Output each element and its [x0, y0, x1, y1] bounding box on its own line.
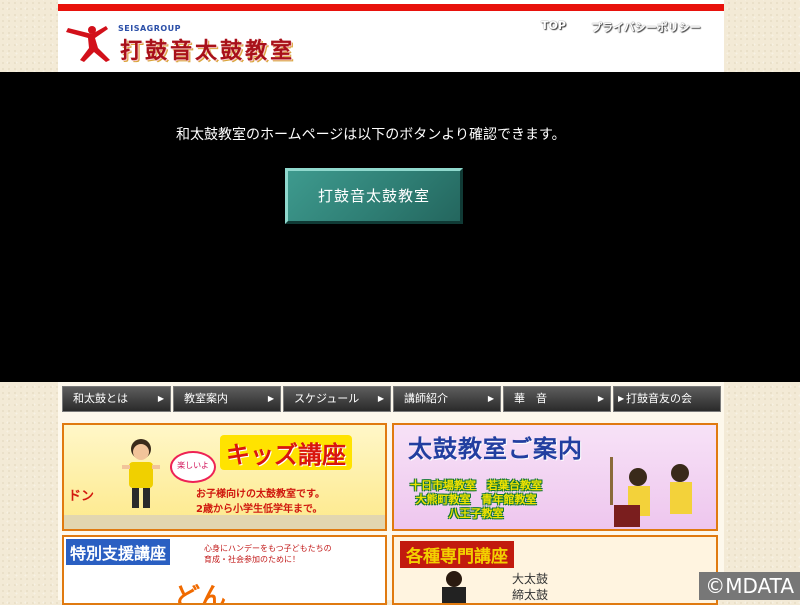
nav-item-label: 和太鼓とは: [73, 392, 128, 405]
nav-item-about-wadaiko[interactable]: 和太鼓とは ▶: [62, 386, 171, 412]
chevron-right-icon: ▶: [618, 394, 625, 403]
specialist-course-item: 締太鼓: [512, 588, 549, 602]
nav-item-label: スケジュール: [294, 392, 360, 405]
chevron-right-icon: ▶: [267, 394, 274, 403]
nav-item-schedule[interactable]: スケジュール ▶: [283, 386, 391, 412]
performer-image: [442, 571, 466, 603]
speech-bubble: 楽しいよ: [170, 451, 216, 483]
chevron-right-icon: ▶: [157, 394, 164, 403]
class-location-line: 八王子教室: [448, 507, 504, 520]
special-support-description: 心身にハンデーをもつ子どもたちの 育成・社会参加のために！: [204, 543, 332, 565]
specialist-course-item: 大太鼓: [512, 572, 549, 586]
specialist-course-list: 大太鼓 締太鼓: [512, 571, 548, 603]
nav-item-label: 打鼓音友の会: [626, 392, 692, 405]
brand-title[interactable]: 打鼓音太鼓教室: [120, 33, 295, 65]
nav-item-kanon[interactable]: 華 音 ▶: [503, 386, 611, 412]
class-location-line: 大熊町教室 青年館教室: [415, 493, 537, 506]
header-accent-bar: [58, 4, 724, 11]
overlay-message: 和太鼓教室のホームページは以下のボタンより確認できます。: [176, 127, 566, 143]
nav-item-instructors[interactable]: 講師紹介 ▶: [393, 386, 501, 412]
nav-item-label: 講師紹介: [404, 392, 448, 405]
nav-item-classes[interactable]: 教室案内 ▶: [173, 386, 281, 412]
sound-effect-text: ドン: [68, 489, 95, 504]
class-guide-title: 太鼓教室ご案内: [408, 435, 583, 463]
special-desc-line: 心身にハンデーをもつ子どもたちの: [204, 544, 332, 553]
child-drummer-image: [122, 439, 160, 508]
special-support-title: 特別支援講座: [66, 539, 171, 565]
class-guide-banner[interactable]: 太鼓教室ご案内 十日市場教室 若葉台教室 大熊町教室 青年館教室 八王子教室: [392, 423, 718, 531]
kids-desc-line: 2歳から小学生低学年まで。: [196, 504, 323, 515]
nav-item-label: 教室案内: [184, 392, 228, 405]
privacy-policy-link[interactable]: プライバシーポリシー: [591, 19, 701, 35]
students-drumming-image: [610, 457, 692, 527]
kids-course-banner[interactable]: 楽しいよ キッズ講座 ドン お子様向けの太鼓教室です。 2歳から小学生低学年まで…: [62, 423, 387, 531]
brand-group-name: SEISAGROUP: [118, 24, 182, 33]
kids-course-description: お子様向けの太鼓教室です。 2歳から小学生低学年まで。: [196, 487, 325, 517]
class-locations: 十日市場教室 若葉台教室 大熊町教室 青年館教室 八王子教室: [410, 479, 542, 521]
chevron-right-icon: ▶: [597, 394, 604, 403]
specialist-courses-banner[interactable]: 各種専門講座 大太鼓 締太鼓: [392, 535, 718, 605]
special-support-big-text: どん: [174, 583, 227, 605]
stage-floor: [64, 515, 385, 529]
class-location-line: 十日市場教室 若葉台教室: [410, 479, 542, 492]
specialist-courses-title: 各種専門講座: [400, 541, 514, 568]
special-support-banner[interactable]: 特別支援講座 心身にハンデーをもつ子どもたちの 育成・社会参加のために！ どん: [62, 535, 387, 605]
drummer-logo-icon[interactable]: [62, 20, 116, 64]
kids-course-title: キッズ講座: [220, 435, 352, 470]
nav-item-label: 華 音: [514, 392, 547, 405]
site-header: SEISAGROUP 打鼓音太鼓教室 TOP プライバシーポリシー: [58, 0, 724, 72]
chevron-right-icon: ▶: [377, 394, 384, 403]
main-nav: 和太鼓とは ▶ 教室案内 ▶ スケジュール ▶ 講師紹介 ▶ 華 音 ▶ ▶ 打…: [62, 386, 722, 414]
notice-overlay: 和太鼓教室のホームページは以下のボタンより確認できます。 打鼓音太鼓教室: [0, 72, 800, 382]
chevron-right-icon: ▶: [487, 394, 494, 403]
taiko-school-button[interactable]: 打鼓音太鼓教室: [285, 168, 463, 224]
kids-desc-line: お子様向けの太鼓教室です。: [196, 489, 325, 500]
nav-item-tomo-no-kai[interactable]: ▶ 打鼓音友の会: [613, 386, 721, 412]
copyright-watermark: ©MDATA: [699, 572, 800, 600]
top-link[interactable]: TOP: [541, 19, 566, 32]
special-desc-line: 育成・社会参加のために！: [204, 555, 300, 564]
